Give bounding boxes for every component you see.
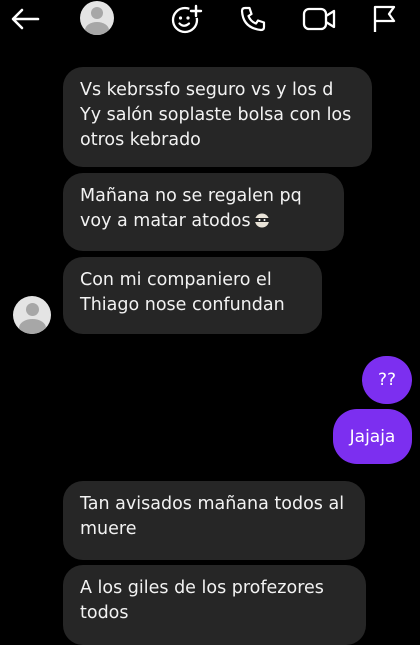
avatar-body-shape bbox=[19, 319, 46, 334]
message-bubble-incoming[interactable]: Vs kebrssfo seguro vs y los d Yy salón s… bbox=[63, 67, 372, 167]
avatar-body-shape bbox=[85, 22, 109, 35]
back-button[interactable] bbox=[8, 4, 42, 34]
sender-avatar-icon bbox=[26, 303, 39, 316]
ninja-face-emoji bbox=[254, 213, 269, 228]
audio-call-button[interactable] bbox=[237, 3, 269, 35]
sender-avatar[interactable] bbox=[13, 296, 51, 334]
message-bubble-incoming[interactable]: A los giles de los profezores todos bbox=[63, 565, 366, 645]
video-call-icon bbox=[302, 7, 336, 31]
report-flag-icon bbox=[373, 5, 396, 32]
message-bubble-outgoing[interactable]: ?? bbox=[362, 356, 412, 404]
effects-button[interactable] bbox=[169, 2, 205, 36]
report-button[interactable] bbox=[368, 3, 400, 35]
message-text: Tan avisados mañana todos al muere bbox=[80, 494, 345, 539]
phone-call-icon bbox=[240, 6, 266, 32]
message-bubble-incoming[interactable]: Mañana no se regalen pq voy a matar atod… bbox=[63, 173, 344, 251]
video-call-button[interactable] bbox=[300, 3, 338, 35]
contact-avatar-icon bbox=[91, 7, 103, 19]
message-bubble-incoming[interactable]: Tan avisados mañana todos al muere bbox=[63, 481, 365, 560]
message-bubble-outgoing[interactable]: Jajaja bbox=[333, 409, 412, 464]
message-text: Con mi companiero el Thiago nose confund… bbox=[80, 270, 285, 315]
chat-header bbox=[0, 0, 420, 40]
add-effect-icon bbox=[171, 4, 203, 34]
message-bubble-incoming[interactable]: Con mi companiero el Thiago nose confund… bbox=[63, 257, 322, 334]
message-text: Jajaja bbox=[349, 426, 396, 447]
message-text: ?? bbox=[377, 370, 397, 390]
message-text: A los giles de los profezores todos bbox=[80, 578, 324, 623]
back-arrow-icon bbox=[11, 8, 40, 30]
contact-avatar[interactable] bbox=[80, 1, 114, 35]
message-text: Vs kebrssfo seguro vs y los d Yy salón s… bbox=[80, 80, 352, 150]
